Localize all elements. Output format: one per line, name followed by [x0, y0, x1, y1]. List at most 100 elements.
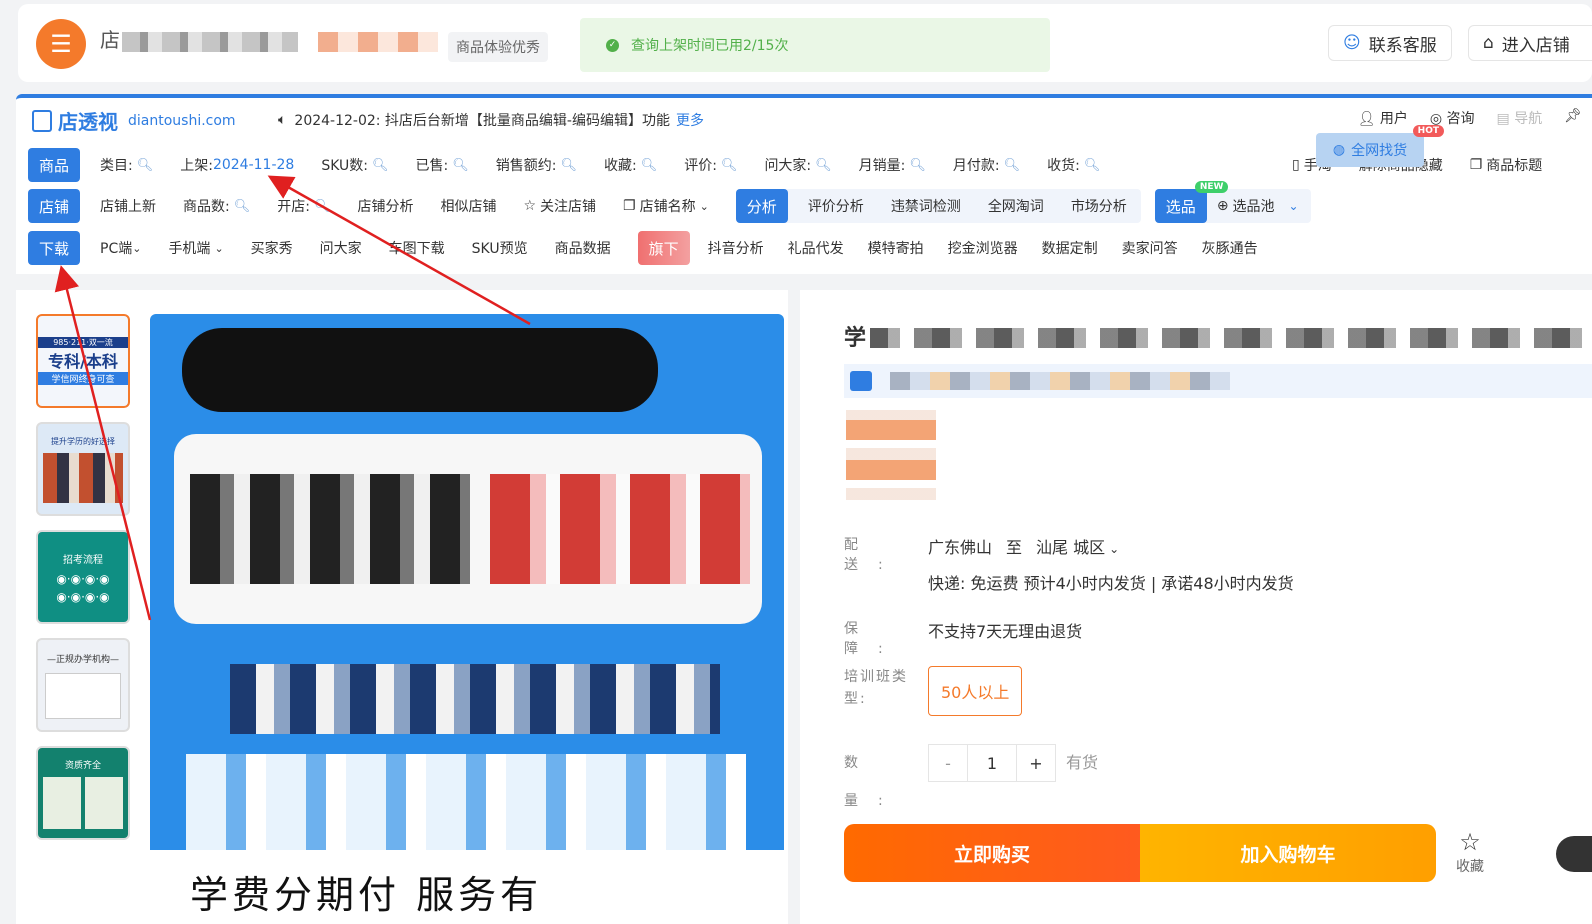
- received-item[interactable]: 收货: 🔍︎: [1047, 155, 1100, 175]
- sku-item[interactable]: SKU数: 🔍︎: [321, 155, 388, 175]
- listed-item[interactable]: 上架: 2024-11-28: [180, 155, 294, 175]
- check-icon: ✓: [606, 38, 619, 52]
- similar-shops-link[interactable]: 相似店铺: [440, 196, 496, 216]
- keyword-search-link[interactable]: 全网淘词: [988, 196, 1044, 216]
- thumbnail-5[interactable]: 资质齐全: [36, 746, 130, 840]
- favorite-button[interactable]: ☆ 收藏: [1456, 828, 1484, 876]
- download-tab[interactable]: 下载: [28, 231, 80, 265]
- thumb-text: 专科/本科: [48, 352, 118, 371]
- flag-tab[interactable]: 旗下: [637, 231, 690, 265]
- favorites-item[interactable]: 收藏: 🔍︎: [604, 155, 657, 175]
- select-pool-link[interactable]: ⊕ 选品池: [1217, 196, 1275, 216]
- monthly-sales-item[interactable]: 月销量: 🔍︎: [859, 155, 926, 175]
- favorites-label: 收藏:: [603, 158, 637, 174]
- gold-browser-link[interactable]: 挖金浏览器: [948, 238, 1018, 258]
- gift-ship-link[interactable]: 礼品代发: [788, 238, 844, 258]
- decrement-button[interactable]: -: [929, 745, 967, 781]
- listed-label: 上架:: [180, 158, 213, 174]
- reviews-item[interactable]: 评价: 🔍︎: [684, 155, 737, 175]
- follow-shop-link[interactable]: ☆ 关注店铺: [523, 196, 596, 216]
- search-icon: 🔍︎: [371, 157, 389, 173]
- shop-name-blurred: [122, 32, 298, 52]
- main-product-image[interactable]: [150, 314, 784, 924]
- product-gallery: 985·211·双一流 专科/本科 学信网终身可查 提升学历的好选择 招考流程 …: [16, 290, 788, 924]
- goods-title-link[interactable]: ❐ 商品标题: [1470, 155, 1543, 175]
- douyin-analysis-link[interactable]: 抖音分析: [708, 238, 764, 258]
- image-blurred-text: [190, 474, 470, 584]
- review-analysis-link[interactable]: 评价分析: [808, 196, 864, 216]
- shop-tab[interactable]: 店铺: [28, 189, 80, 223]
- announcement: 🔈︎ 2024-12-02: 抖店后台新增【批量商品编辑-编码编辑】功能 更多: [278, 110, 704, 130]
- shop-name-dropdown[interactable]: ❐ 店铺名称 ⌄: [623, 196, 709, 216]
- plugin-brand[interactable]: 店透视 diantoushi.com: [32, 106, 236, 135]
- open-date-item[interactable]: 开店: 🔍︎: [277, 196, 330, 216]
- pin-icon[interactable]: 📌︎: [1564, 108, 1582, 128]
- shop-name[interactable]: 店: [100, 24, 120, 53]
- thumbnail-4[interactable]: —正规办学机构—: [36, 638, 130, 732]
- buyer-show-link[interactable]: 买家秀: [251, 238, 293, 258]
- model-shoot-link[interactable]: 模特寄拍: [868, 238, 924, 258]
- contact-service-button[interactable]: ☺ 联系客服: [1328, 25, 1452, 61]
- tagline-blurred: [890, 372, 1230, 390]
- thumbnail-2[interactable]: 提升学历的好选择: [36, 422, 130, 516]
- select-tab[interactable]: 选品: [1154, 189, 1207, 223]
- add-to-cart-button[interactable]: 加入购物车: [1140, 824, 1436, 882]
- increment-button[interactable]: +: [1017, 745, 1055, 781]
- huitun-notice-link[interactable]: 灰豚通告: [1202, 238, 1258, 258]
- copy-icon: ❐: [1469, 157, 1483, 173]
- buy-now-button[interactable]: 立即购买: [844, 824, 1140, 882]
- image-download-link[interactable]: 车图下载: [389, 238, 445, 258]
- quantity-input[interactable]: 1: [967, 745, 1017, 781]
- sales-amount-item[interactable]: 销售额约: 🔍︎: [496, 155, 577, 175]
- goods-data-link[interactable]: 商品数据: [555, 238, 611, 258]
- speaker-icon: 🔈︎: [278, 112, 287, 128]
- qa-link[interactable]: 问大家: [320, 238, 362, 258]
- nav-link[interactable]: ▤ 导航: [1497, 108, 1543, 128]
- user-link[interactable]: 👤︎ 用户: [1358, 108, 1408, 128]
- goods-tab[interactable]: 商品: [28, 148, 80, 182]
- class-option-button[interactable]: 50人以上: [928, 666, 1023, 716]
- goods-title-label: 商品标题: [1486, 158, 1543, 174]
- analysis-tab[interactable]: 分析: [735, 189, 788, 223]
- seller-qa-link[interactable]: 卖家问答: [1122, 238, 1178, 258]
- thumb-text: 提升学历的好选择: [51, 436, 115, 446]
- steps-icon: ◉·◉·◉·◉: [56, 571, 110, 586]
- contact-label: 联系客服: [1368, 35, 1437, 56]
- shop-logo[interactable]: ☰: [36, 19, 86, 69]
- sold-label: 已售:: [415, 158, 449, 174]
- thumbnail-1[interactable]: 985·211·双一流 专科/本科 学信网终身可查: [36, 314, 130, 408]
- image-download-label: 车图下载: [388, 241, 445, 257]
- sku-preview-link[interactable]: SKU预览: [472, 238, 528, 258]
- category-item[interactable]: 类目: 🔍︎: [100, 155, 153, 175]
- delivery-region-dropdown[interactable]: 汕尾 城区 ⌄: [1036, 534, 1119, 558]
- chevron-down-icon[interactable]: ⌄: [1289, 199, 1299, 213]
- data-custom-label: 数据定制: [1041, 241, 1098, 257]
- chevron-down-icon: ⌄: [132, 241, 142, 255]
- find-goods-button[interactable]: ◍ 全网找货 HOT: [1316, 125, 1444, 167]
- enter-shop-button[interactable]: ⌂ 进入店铺: [1468, 25, 1592, 61]
- delivery-from: 广东佛山: [928, 538, 993, 557]
- sku-preview-label: SKU预览: [471, 241, 528, 257]
- model-shoot-label: 模特寄拍: [867, 241, 924, 257]
- sold-item[interactable]: 已售: 🔍︎: [416, 155, 469, 175]
- floating-avatar[interactable]: [1556, 836, 1592, 872]
- goods-count-item[interactable]: 商品数: 🔍︎: [183, 196, 250, 216]
- sku-label: SKU数:: [321, 158, 368, 174]
- plugin-toolbar: 店透视 diantoushi.com 🔈︎ 2024-12-02: 抖店后台新增…: [16, 94, 1592, 274]
- qa-item[interactable]: 问大家: 🔍︎: [764, 155, 831, 175]
- hot-badge: HOT: [1412, 125, 1444, 137]
- follow-shop-label: 关注店铺: [540, 199, 597, 215]
- market-analysis-link[interactable]: 市场分析: [1071, 196, 1127, 216]
- shop-header: ☰ 店 商品体验优秀 ✓ 查询上架时间已用2/15次 ☺ 联系客服 ⌂ 进入店铺: [18, 4, 1592, 82]
- data-custom-link[interactable]: 数据定制: [1042, 238, 1098, 258]
- mobile-dropdown[interactable]: 手机端 ⌄: [168, 238, 223, 258]
- more-link[interactable]: 更多: [676, 110, 704, 130]
- monthly-pay-item[interactable]: 月付款: 🔍︎: [953, 155, 1020, 175]
- pc-dropdown[interactable]: PC端 ⌄: [100, 238, 141, 258]
- shop-new-link[interactable]: 店铺上新: [100, 196, 156, 216]
- banned-words-link[interactable]: 违禁词检测: [891, 196, 961, 216]
- globe-icon: ◍: [1332, 142, 1346, 158]
- thumbnail-3[interactable]: 招考流程 ◉·◉·◉·◉ ◉·◉·◉·◉: [36, 530, 130, 624]
- shop-analysis-link[interactable]: 店铺分析: [357, 196, 413, 216]
- nav-label: 导航: [1514, 111, 1543, 127]
